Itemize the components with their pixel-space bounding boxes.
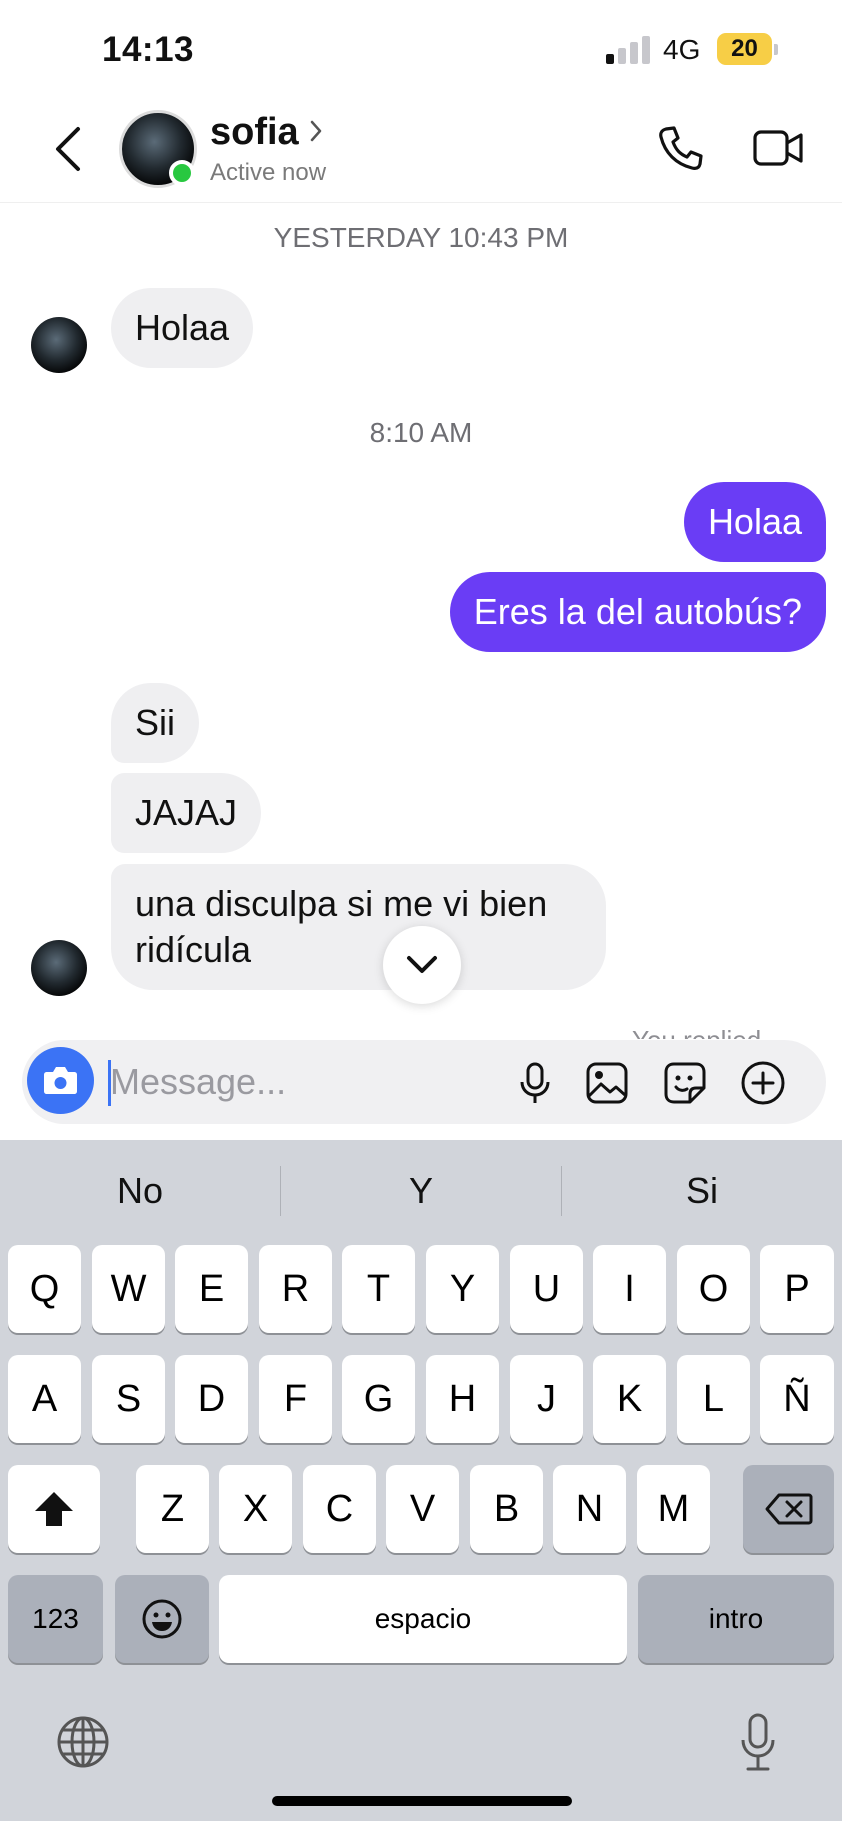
space-key[interactable]: espacio <box>219 1575 627 1663</box>
message-line: una disculpa si me vi bien <box>135 883 548 924</box>
microphone-icon[interactable] <box>512 1060 558 1106</box>
suggestion-1[interactable]: No <box>0 1170 280 1212</box>
key-l[interactable]: L <box>677 1355 750 1443</box>
add-icon[interactable] <box>740 1060 786 1106</box>
outgoing-message[interactable]: Holaa <box>683 482 826 562</box>
key-m[interactable]: M <box>637 1465 710 1553</box>
message-line: ridícula <box>135 929 252 970</box>
incoming-message[interactable]: Sii <box>111 683 200 763</box>
key-o[interactable]: O <box>677 1245 750 1333</box>
key-enye[interactable]: Ñ <box>760 1355 834 1443</box>
camera-button[interactable] <box>27 1047 94 1114</box>
key-k[interactable]: K <box>593 1355 666 1443</box>
home-indicator[interactable] <box>272 1796 572 1806</box>
incoming-message-multiline[interactable]: una disculpa si me vi bien ridícula <box>111 864 606 990</box>
key-q[interactable]: Q <box>8 1245 81 1333</box>
reply-status-peek: You replied <box>632 1025 761 1039</box>
dictation-mic-icon[interactable] <box>738 1712 778 1772</box>
online-status-dot <box>169 160 195 186</box>
sender-avatar <box>31 940 87 996</box>
return-key[interactable]: intro <box>638 1575 834 1663</box>
chevron-right-icon[interactable] <box>308 119 324 143</box>
key-d[interactable]: D <box>175 1355 248 1443</box>
suggestion-2[interactable]: Y <box>281 1170 561 1212</box>
battery-icon: 20 <box>717 33 772 65</box>
key-t[interactable]: T <box>342 1245 415 1333</box>
key-e[interactable]: E <box>175 1245 248 1333</box>
key-h[interactable]: H <box>426 1355 499 1443</box>
cellular-signal-icon <box>606 36 652 64</box>
back-arrow-icon[interactable] <box>48 123 90 175</box>
video-call-icon[interactable] <box>752 125 804 171</box>
key-n[interactable]: N <box>553 1465 626 1553</box>
key-p[interactable]: P <box>760 1245 834 1333</box>
outgoing-message[interactable]: Eres la del autobús? <box>449 572 826 652</box>
delete-key[interactable] <box>743 1465 834 1553</box>
chevron-down-icon <box>407 956 437 973</box>
emoji-icon <box>142 1599 182 1639</box>
message-composer <box>22 1040 826 1124</box>
key-w[interactable]: W <box>92 1245 165 1333</box>
camera-icon <box>44 1067 77 1094</box>
suggestion-3[interactable]: Si <box>562 1170 842 1212</box>
key-c[interactable]: C <box>303 1465 376 1553</box>
presence-status: Active now <box>210 159 327 186</box>
chat-header: sofia Active now <box>0 95 842 203</box>
key-i[interactable]: I <box>593 1245 666 1333</box>
sender-avatar <box>31 317 87 373</box>
contact-name[interactable]: sofia <box>210 111 299 154</box>
day-timestamp: YESTERDAY 10:43 PM <box>273 222 569 253</box>
key-z[interactable]: Z <box>136 1465 209 1553</box>
numbers-key[interactable]: 123 <box>8 1575 103 1663</box>
sticker-icon[interactable] <box>662 1060 708 1106</box>
key-y[interactable]: Y <box>426 1245 499 1333</box>
key-x[interactable]: X <box>219 1465 292 1553</box>
key-v[interactable]: V <box>386 1465 459 1553</box>
globe-icon[interactable] <box>56 1715 110 1769</box>
key-a[interactable]: A <box>8 1355 81 1443</box>
message-input[interactable] <box>110 1054 510 1110</box>
key-g[interactable]: G <box>342 1355 415 1443</box>
status-time: 14:13 <box>102 30 195 69</box>
shift-key[interactable] <box>8 1465 100 1553</box>
time-timestamp: 8:10 AM <box>369 417 473 448</box>
instagram-dm-screen: 14:13 4G 20 sofia Active now YESTERDAY 1… <box>0 0 842 1821</box>
scroll-to-bottom-button[interactable] <box>383 926 461 1004</box>
emoji-key[interactable] <box>115 1575 209 1663</box>
incoming-message[interactable]: Holaa <box>111 288 254 368</box>
backspace-icon <box>765 1493 812 1525</box>
key-u[interactable]: U <box>510 1245 583 1333</box>
key-f[interactable]: F <box>259 1355 332 1443</box>
network-type: 4G <box>663 34 701 65</box>
shift-arrow-icon <box>35 1492 73 1526</box>
key-b[interactable]: B <box>470 1465 543 1553</box>
phone-call-icon[interactable] <box>656 123 706 173</box>
key-j[interactable]: J <box>510 1355 583 1443</box>
key-s[interactable]: S <box>92 1355 165 1443</box>
gallery-icon[interactable] <box>584 1060 630 1106</box>
battery-tip <box>774 44 778 55</box>
key-r[interactable]: R <box>259 1245 332 1333</box>
incoming-message[interactable]: JAJAJ <box>111 773 262 853</box>
